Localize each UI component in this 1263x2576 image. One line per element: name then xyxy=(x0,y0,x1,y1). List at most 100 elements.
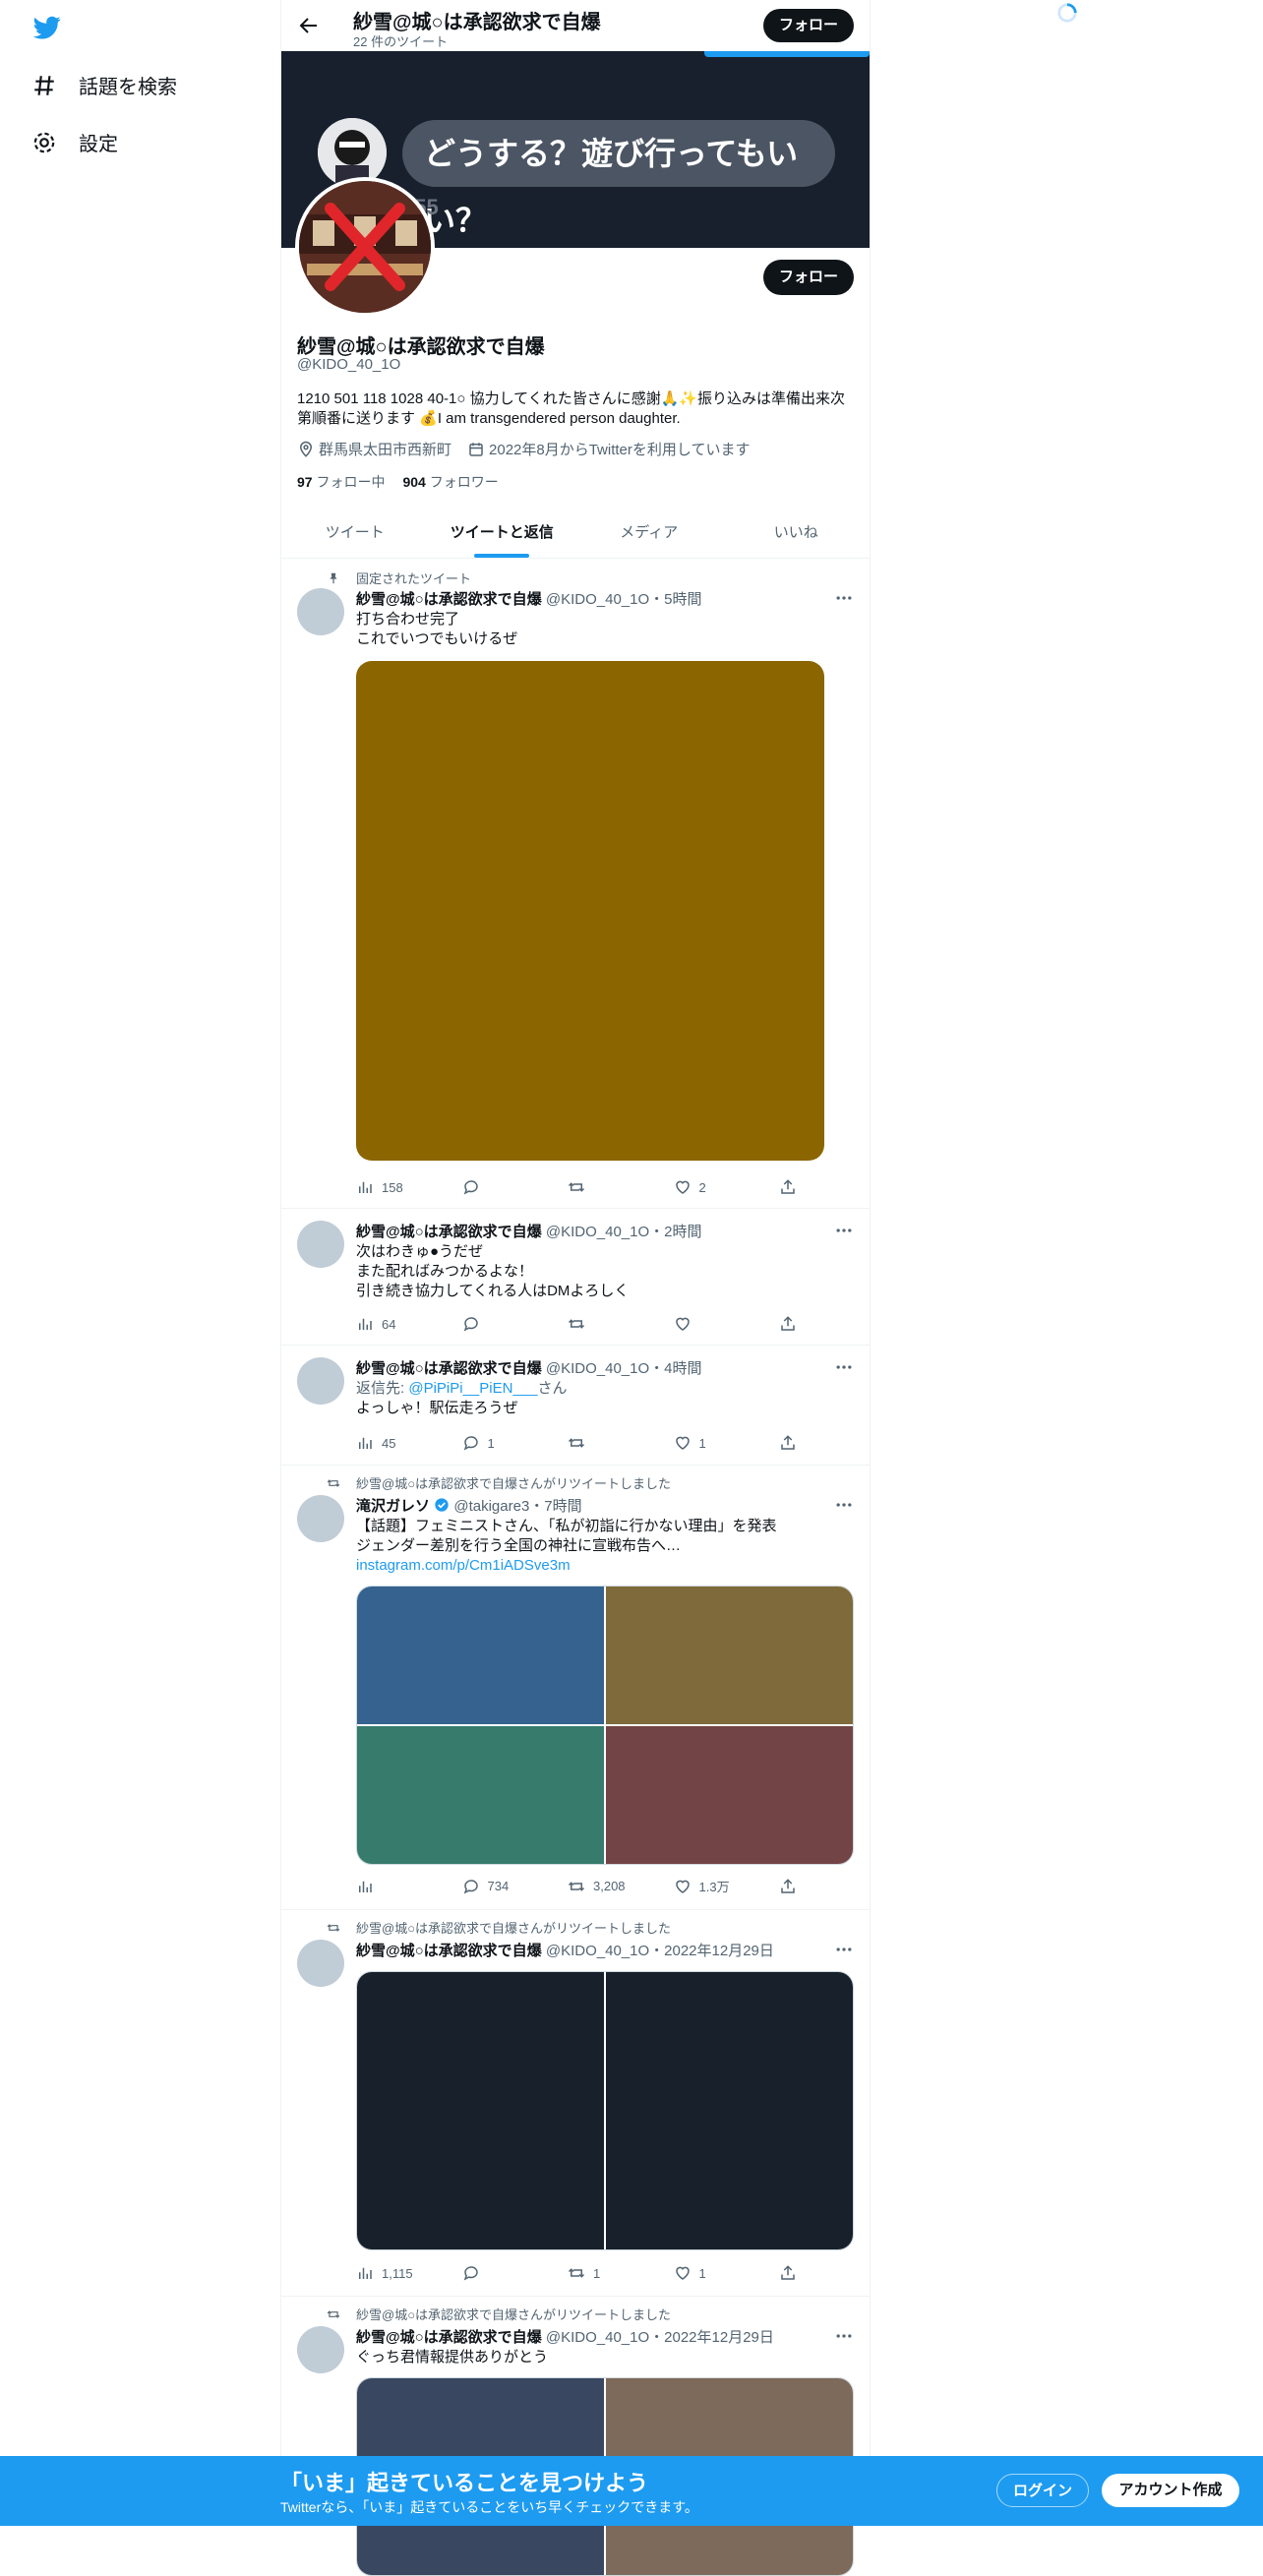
share-button[interactable] xyxy=(779,1178,799,1196)
more-icon[interactable] xyxy=(834,1357,854,1377)
profile-tabs: ツイート ツイートと返信 メディア いいね xyxy=(281,509,870,559)
media-image[interactable] xyxy=(606,1972,853,2249)
reply-icon xyxy=(463,1180,478,1195)
views-button[interactable] xyxy=(356,1877,415,1895)
retweet-button[interactable]: 3,208 xyxy=(568,1877,627,1895)
tweet[interactable]: 固定されたツイート 紗雪@城○は承認欲求で自爆 @KIDO_40_1O・5時間 … xyxy=(281,559,870,1209)
avatar[interactable] xyxy=(297,1940,344,1987)
more-icon[interactable] xyxy=(834,588,854,608)
header-title: 紗雪@城○は承認欲求で自爆 xyxy=(353,12,601,33)
tweet[interactable]: 紗雪@城○は承認欲求で自爆さんがリツイートしました 紗雪@城○は承認欲求で自爆 … xyxy=(281,1910,870,2297)
tweet[interactable]: 紗雪@城○は承認欲求で自爆さんがリツイートしました 滝沢ガレソ @takigar… xyxy=(281,1466,870,1910)
nav-explore[interactable]: 話題を検索 xyxy=(31,71,177,99)
gear-icon xyxy=(33,132,55,152)
views-button[interactable]: 45 xyxy=(356,1434,415,1452)
retweet-button[interactable] xyxy=(568,1434,627,1452)
following-link[interactable]: 97 フォロー中 xyxy=(297,472,385,492)
share-button[interactable] xyxy=(779,1434,799,1452)
reply-button[interactable] xyxy=(462,1315,521,1333)
verified-badge-icon xyxy=(435,1498,449,1512)
avatar[interactable] xyxy=(297,1221,344,1268)
views-button[interactable]: 158 xyxy=(356,1178,415,1196)
profile-follow-button[interactable]: フォロー xyxy=(763,260,854,295)
reply-button[interactable]: 1 xyxy=(462,1434,521,1452)
media-image[interactable] xyxy=(606,1587,853,1724)
tweet-text: 返信先: @PiPiPi__PiEN___さん よっしゃ！駅伝走ろうぜ xyxy=(356,1379,848,1418)
views-button[interactable]: 1,115 xyxy=(356,2264,415,2282)
join-date: 2022年8月からTwitterを利用しています xyxy=(467,439,750,459)
like-button[interactable]: 1.3万 xyxy=(674,1877,733,1895)
retweet-context-label: 紗雪@城○は承認欲求で自爆さんがリツイートしました xyxy=(356,1921,672,1936)
reply-suffix: さん xyxy=(537,1380,568,1397)
avatar[interactable] xyxy=(297,2326,344,2373)
avatar[interactable] xyxy=(297,1357,344,1405)
tweet-text: 次はわきゅ●うだぜ また配ればみつかるよな！ 引き続き協力してくれる人はDMよろ… xyxy=(356,1242,848,1301)
author-name[interactable]: 紗雪@城○は承認欲求で自爆 xyxy=(356,1360,542,1377)
author-name[interactable]: 滝沢ガレソ xyxy=(356,1498,430,1515)
share-button[interactable] xyxy=(779,2264,799,2282)
share-button[interactable] xyxy=(779,1877,799,1895)
tab-tweets[interactable]: ツイート xyxy=(281,509,429,558)
tweet-media-image[interactable] xyxy=(356,661,824,1161)
media-image[interactable] xyxy=(357,1726,604,1864)
more-icon[interactable] xyxy=(834,2326,854,2346)
author-meta: @KIDO_40_1O・5時間 xyxy=(541,591,702,608)
tab-tweets-and-replies[interactable]: ツイートと返信 xyxy=(429,509,576,558)
profile-avatar[interactable] xyxy=(295,177,435,317)
reply-button[interactable] xyxy=(462,2264,521,2282)
more-icon[interactable] xyxy=(834,1495,854,1515)
signup-button[interactable]: アカウント作成 xyxy=(1102,2474,1239,2507)
login-button[interactable]: ログイン xyxy=(996,2474,1089,2507)
back-arrow-icon[interactable] xyxy=(297,14,321,37)
reply-button[interactable] xyxy=(462,1178,521,1196)
like-button[interactable] xyxy=(674,1315,733,1333)
author-name[interactable]: 紗雪@城○は承認欲求で自爆 xyxy=(356,591,542,608)
tweet-link[interactable]: instagram.com/p/Cm1iADSve3m xyxy=(356,1556,848,1576)
banner-avatar-figure-icon xyxy=(318,118,387,187)
author-name[interactable]: 紗雪@城○は承認欲求で自爆 xyxy=(356,2329,542,2346)
profile-header: 紗雪@城○は承認欲求で自爆 22 件のツイート フォロー xyxy=(281,0,870,51)
media-image[interactable] xyxy=(606,1726,853,1864)
reply-to-link[interactable]: @PiPiPi__PiEN___ xyxy=(408,1380,537,1397)
more-icon[interactable] xyxy=(834,1940,854,1959)
avatar[interactable] xyxy=(297,1495,344,1542)
twitter-logo-icon[interactable] xyxy=(31,14,63,41)
retweet-small-icon xyxy=(327,1478,340,1487)
heart-icon xyxy=(675,1880,690,1893)
tweet[interactable]: 紗雪@城○は承認欲求で自爆 @KIDO_40_1O・4時間 返信先: @PiPi… xyxy=(281,1346,870,1466)
views-button[interactable]: 64 xyxy=(356,1315,415,1333)
avatar[interactable] xyxy=(297,588,344,635)
like-button[interactable]: 2 xyxy=(674,1178,733,1196)
like-button[interactable]: 1 xyxy=(674,1434,733,1452)
tweet-media-grid xyxy=(356,1971,854,2250)
retweet-icon xyxy=(568,1319,585,1329)
tweet-header: 滝沢ガレソ @takigare3・7時間 xyxy=(356,1495,582,1516)
like-button[interactable]: 1 xyxy=(674,2264,733,2282)
reply-prefix: 返信先: xyxy=(356,1380,409,1397)
share-icon xyxy=(781,1179,795,1194)
retweet-button[interactable] xyxy=(568,1315,627,1333)
media-image[interactable] xyxy=(357,1587,604,1724)
more-icon[interactable] xyxy=(834,1221,854,1240)
retweet-context-label: 紗雪@城○は承認欲求で自爆さんがリツイートしました xyxy=(356,2307,672,2322)
header-follow-button[interactable]: フォロー xyxy=(763,9,854,42)
followers-link[interactable]: 904 フォロワー xyxy=(402,472,498,492)
nav-settings[interactable]: 設定 xyxy=(31,128,118,156)
tab-media[interactable]: メディア xyxy=(575,509,723,558)
tab-likes[interactable]: いいね xyxy=(723,509,871,558)
author-name[interactable]: 紗雪@城○は承認欲求で自爆 xyxy=(356,1224,542,1240)
reply-button[interactable]: 734 xyxy=(462,1877,521,1895)
media-image[interactable] xyxy=(357,1972,604,2249)
share-button[interactable] xyxy=(779,1315,799,1333)
reply-context: 返信先: @PiPiPi__PiEN___さん xyxy=(356,1379,848,1399)
signup-banner: 「いま」起きていることを見つけよう Twitterなら、「いま」起きていることを… xyxy=(0,2456,1263,2526)
location-pin-icon xyxy=(299,441,313,457)
views-icon xyxy=(359,1181,372,1193)
tweet[interactable]: 紗雪@城○は承認欲求で自爆 @KIDO_40_1O・2時間 次はわきゅ●うだぜ … xyxy=(281,1209,870,1346)
retweet-button[interactable]: 1 xyxy=(568,2264,627,2282)
tweet-text: 【話題】フェミニストさん、「私が初詣に行かない理由」を発表 ジェンダー差別を行う… xyxy=(356,1517,848,1576)
retweet-button[interactable] xyxy=(568,1178,627,1196)
retweet-icon xyxy=(568,1438,585,1448)
author-name[interactable]: 紗雪@城○は承認欲求で自爆 xyxy=(356,1943,542,1959)
heart-icon xyxy=(675,1180,690,1194)
